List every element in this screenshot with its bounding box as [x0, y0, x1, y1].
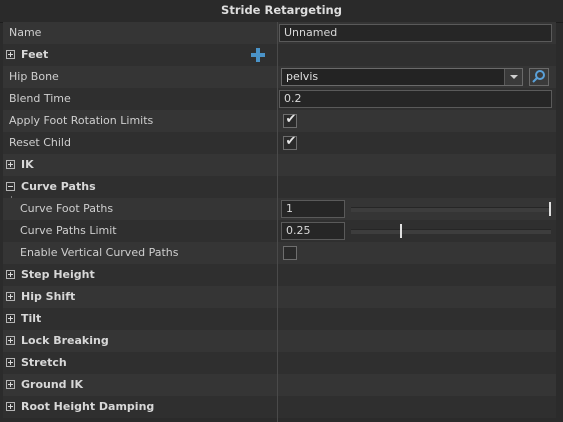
- enable-vertical-curved-paths-label: Enable Vertical Curved Paths: [20, 246, 179, 259]
- lock-breaking-label: Lock Breaking: [21, 334, 109, 347]
- row-enable-vertical-curved-paths: Enable Vertical Curved Paths: [3, 242, 556, 264]
- row-name: Name Unnamed: [3, 22, 556, 44]
- row-reset-child: Reset Child ✔: [3, 132, 556, 154]
- hip-bone-dropdown[interactable]: pelvis: [281, 68, 523, 86]
- curve-foot-paths-label: Curve Foot Paths: [20, 202, 114, 215]
- property-grid: Name Unnamed Feet Hip Bone pelvis Blend …: [3, 22, 556, 422]
- checkmark-icon: ✔: [285, 134, 297, 149]
- curve-foot-paths-slider-thumb[interactable]: [549, 202, 551, 216]
- blend-time-label: Blend Time: [9, 92, 71, 105]
- ik-label: IK: [21, 158, 34, 171]
- magnifier-icon: [532, 70, 545, 83]
- step-height-label: Step Height: [21, 268, 95, 281]
- root-height-damping-label: Root Height Damping: [21, 400, 155, 413]
- curve-paths-limit-input[interactable]: 0.25: [281, 222, 345, 240]
- row-hip-bone: Hip Bone pelvis: [3, 66, 556, 88]
- hip-bone-label: Hip Bone: [9, 70, 59, 83]
- chevron-down-icon[interactable]: [504, 69, 522, 85]
- curve-paths-limit-slider[interactable]: [351, 229, 551, 234]
- category-curve-paths[interactable]: Curve Paths: [3, 176, 556, 198]
- name-input[interactable]: Unnamed: [279, 24, 552, 42]
- expand-step-height-icon[interactable]: [6, 270, 15, 279]
- category-feet[interactable]: Feet: [3, 44, 556, 66]
- category-step-height[interactable]: Step Height: [3, 264, 556, 286]
- enable-vertical-curved-paths-checkbox[interactable]: [283, 246, 297, 260]
- name-label: Name: [9, 26, 42, 39]
- expand-feet-icon[interactable]: [6, 50, 15, 59]
- category-stretch[interactable]: Stretch: [3, 352, 556, 374]
- collapse-curve-paths-icon[interactable]: [6, 182, 15, 191]
- expand-ik-icon[interactable]: [6, 160, 15, 169]
- feet-label: Feet: [21, 48, 49, 61]
- expand-stretch-icon[interactable]: [6, 358, 15, 367]
- expand-tilt-icon[interactable]: [6, 314, 15, 323]
- row-curve-foot-paths: Curve Foot Paths 1: [3, 198, 556, 220]
- hip-bone-value: pelvis: [286, 70, 319, 83]
- stretch-label: Stretch: [21, 356, 67, 369]
- category-hip-shift[interactable]: Hip Shift: [3, 286, 556, 308]
- apply-foot-rotation-limits-label: Apply Foot Rotation Limits: [9, 114, 154, 127]
- apply-foot-rotation-limits-checkbox[interactable]: ✔: [283, 112, 297, 128]
- tilt-label: Tilt: [21, 312, 42, 325]
- row-apply-foot-rotation-limits: Apply Foot Rotation Limits ✔: [3, 110, 556, 132]
- curve-foot-paths-input[interactable]: 1: [281, 200, 345, 218]
- reset-child-label: Reset Child: [9, 136, 71, 149]
- window-title: Stride Retargeting: [0, 0, 563, 23]
- column-separator[interactable]: [277, 22, 278, 422]
- reset-child-checkbox[interactable]: ✔: [283, 134, 297, 150]
- pick-bone-button[interactable]: [529, 68, 549, 86]
- expand-root-height-damping-icon[interactable]: [6, 402, 15, 411]
- row-blend-time: Blend Time 0.2: [3, 88, 556, 110]
- expand-ground-ik-icon[interactable]: [6, 380, 15, 389]
- category-tilt[interactable]: Tilt: [3, 308, 556, 330]
- expand-hip-shift-icon[interactable]: [6, 292, 15, 301]
- curve-paths-limit-slider-thumb[interactable]: [400, 224, 402, 238]
- curve-foot-paths-slider[interactable]: [351, 207, 551, 212]
- curve-paths-label: Curve Paths: [21, 180, 96, 193]
- expand-lock-breaking-icon[interactable]: [6, 336, 15, 345]
- add-foot-icon[interactable]: [251, 48, 265, 62]
- category-ground-ik[interactable]: Ground IK: [3, 374, 556, 396]
- blend-time-input[interactable]: 0.2: [279, 90, 552, 108]
- hip-shift-label: Hip Shift: [21, 290, 76, 303]
- row-curve-paths-limit: Curve Paths Limit 0.25: [3, 220, 556, 242]
- category-lock-breaking[interactable]: Lock Breaking: [3, 330, 556, 352]
- checkmark-icon: ✔: [285, 112, 297, 127]
- category-root-height-damping[interactable]: Root Height Damping: [3, 396, 556, 418]
- category-ik[interactable]: IK: [3, 154, 556, 176]
- ground-ik-label: Ground IK: [21, 378, 83, 391]
- curve-paths-limit-label: Curve Paths Limit: [20, 224, 117, 237]
